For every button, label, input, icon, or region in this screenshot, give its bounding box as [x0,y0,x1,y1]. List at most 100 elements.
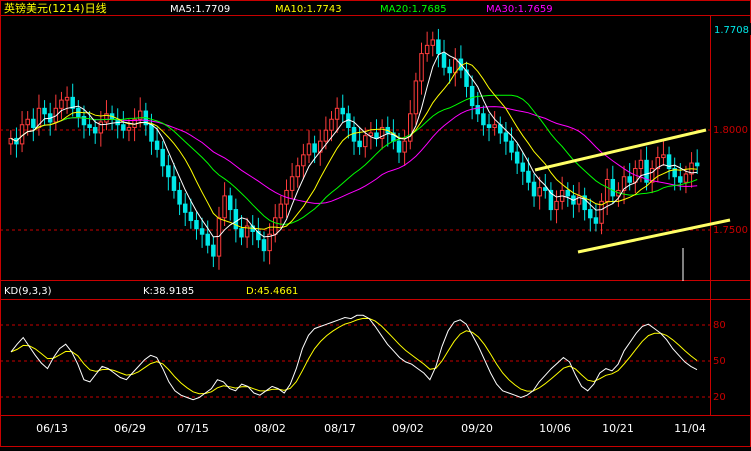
candle [340,94,345,122]
candle-body [351,126,357,142]
price-tick-1-7500: 1.7500 [713,225,748,236]
candle-body [430,39,436,46]
candle-body [42,107,47,115]
candle [464,61,469,98]
chart-frame [0,0,751,447]
candle-body [441,53,447,68]
candle-body [604,178,610,202]
candle-body [25,118,30,126]
candle-body [475,105,481,115]
candle-body [526,170,531,183]
candle-body [31,118,36,128]
candle-body [199,228,205,235]
candle-body [424,44,430,55]
candle [205,220,210,254]
candle [109,105,115,131]
candle [182,193,188,226]
candle [661,141,666,166]
candle [306,130,312,164]
candle [19,111,25,153]
candle-body [537,187,542,197]
candle-body [492,124,497,128]
candle [64,86,70,114]
candle-body [368,132,374,137]
candle [531,174,537,207]
candle [346,105,351,139]
candle-body [194,220,199,230]
candle [317,130,323,166]
candle-body [182,203,188,213]
candle [115,108,120,139]
candle-body [436,39,441,55]
candle [250,215,255,246]
kd-d-value: D:45.4661 [246,286,298,297]
candle [604,168,610,216]
chart-title: 英镑美元(1214)日线 [4,1,107,15]
candle [441,39,447,76]
kd-gridlines [0,324,710,398]
candle-body [447,66,452,74]
candle-body [340,107,345,115]
candle-body [306,143,312,156]
candle [8,130,14,155]
candle [498,116,503,144]
candle [267,223,272,265]
candle-body [509,140,514,153]
candle-body [59,99,64,109]
kd-tick-20: 20 [713,392,726,403]
candle-body [374,132,379,139]
candle-body [149,124,154,142]
candle [177,182,182,216]
kd-lines [10,314,698,401]
candle-body [166,165,171,178]
candle-body [554,200,559,211]
candle [649,160,655,194]
candle-body [543,187,548,191]
x-axis-labels: 06/13 06/29 07/15 08/02 08/17 09/02 09/20 10/06… [36,422,706,435]
kline-chart-window: 英镑美元(1214)日线 MA5:1.7709 MA10:1.7743 MA20… [0,0,751,447]
candle [70,83,75,117]
last-price-label: 1.7708 [714,25,749,36]
candle-body [638,159,644,170]
x-tick-label: 10/21 [602,422,634,435]
kd-tick-50: 50 [713,356,726,367]
kd-d-line [10,317,698,395]
candle-body [363,135,368,148]
candle-body [565,189,571,197]
candle-body [222,195,227,219]
candle [694,149,700,174]
candle [666,146,672,180]
candle [374,119,379,147]
candle-body [278,203,284,219]
candle [436,28,441,68]
candle-body [329,118,334,131]
candle-body [239,228,244,238]
trend-lower-line [577,218,731,254]
x-tick-label: 08/02 [254,422,286,435]
candle [227,187,233,221]
candle [610,165,616,205]
kd-k-value: K:38.9185 [143,286,194,297]
candle-body [301,154,306,167]
candle [222,182,227,226]
candle-body [160,148,165,167]
stock-chart[interactable]: 英镑美元(1214)日线 MA5:1.7709 MA10:1.7743 MA20… [0,0,751,447]
candle-body [588,209,593,219]
candle-body [419,53,424,82]
kd-tick-80: 80 [713,320,726,331]
candle-body [694,162,700,167]
candle-body [261,239,267,252]
candle [554,190,559,224]
candle [509,127,514,161]
candle-body [503,132,509,142]
candle [289,163,295,199]
candle-body [289,176,295,191]
kd-indicator-name: KD(9,3,3) [4,286,52,297]
candle [503,122,509,155]
candle [166,154,171,191]
candle [565,182,571,207]
candle [239,215,244,246]
candle-body [121,124,126,131]
candle [548,182,554,221]
candle [244,217,250,248]
